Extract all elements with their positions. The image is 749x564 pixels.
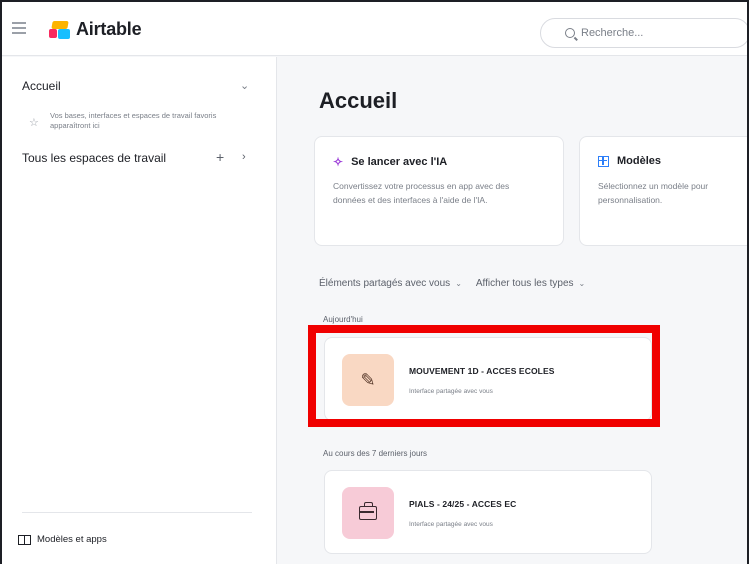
grid-icon bbox=[598, 155, 609, 167]
search-input[interactable]: Recherche... bbox=[540, 18, 747, 48]
briefcase-icon bbox=[359, 502, 377, 520]
shared-item-card[interactable]: PIALS - 24/25 - ACCES EC Interface parta… bbox=[324, 470, 652, 554]
airtable-logo[interactable]: Airtable bbox=[48, 19, 142, 40]
page-title: Accueil bbox=[319, 88, 398, 113]
search-icon bbox=[565, 28, 575, 38]
card-title: Modèles bbox=[617, 155, 662, 167]
app-name: Airtable bbox=[76, 19, 142, 39]
sidebar-item-models-apps[interactable]: Modèles et apps bbox=[18, 534, 107, 545]
sidebar-item-home[interactable]: Accueil bbox=[22, 79, 61, 93]
highlight-box bbox=[308, 325, 660, 427]
types-filter-dropdown[interactable]: Afficher tous les types bbox=[476, 278, 574, 289]
star-icon: ☆ bbox=[29, 117, 39, 129]
ai-start-card[interactable]: ✧ Se lancer avec l'IA Convertissez votre… bbox=[314, 136, 564, 246]
sidebar-divider bbox=[22, 512, 252, 513]
section-label-today: Aujourd'hui bbox=[323, 315, 363, 324]
app-window: Airtable Recherche... Accueil ⌄ ☆ Vos ba… bbox=[0, 0, 749, 564]
airtable-logo-icon bbox=[48, 20, 72, 40]
section-label-last-7-days: Au cours des 7 derniers jours bbox=[323, 449, 428, 458]
shared-filter-dropdown[interactable]: Éléments partagés avec vous bbox=[319, 278, 450, 289]
favorites-hint: Vos bases, interfaces et espaces de trav… bbox=[50, 111, 217, 130]
card-description: Convertissez votre processus en app avec… bbox=[333, 181, 510, 205]
top-bar: Airtable Recherche... bbox=[2, 2, 747, 56]
item-subtitle: Interface partagée avec vous bbox=[409, 521, 493, 528]
card-description: Sélectionnez un modèle pour personnalisa… bbox=[598, 181, 709, 205]
sparkle-icon: ✧ bbox=[333, 155, 344, 169]
card-title: Se lancer avec l'IA bbox=[351, 156, 448, 168]
sidebar-item-workspaces[interactable]: Tous les espaces de travail bbox=[22, 151, 166, 165]
item-title: PIALS - 24/25 - ACCES EC bbox=[409, 499, 517, 509]
chevron-right-icon[interactable]: › bbox=[242, 151, 246, 163]
menu-icon[interactable] bbox=[12, 22, 26, 34]
add-workspace-icon[interactable]: + bbox=[216, 149, 224, 165]
chevron-down-icon[interactable]: ⌄ bbox=[240, 79, 249, 92]
sidebar: Accueil ⌄ ☆ Vos bases, interfaces et esp… bbox=[2, 57, 277, 564]
item-thumbnail bbox=[342, 487, 394, 539]
search-placeholder: Recherche... bbox=[581, 27, 644, 39]
models-card[interactable]: Modèles Sélectionnez un modèle pour pers… bbox=[579, 136, 747, 246]
book-icon bbox=[18, 534, 31, 545]
filter-row: Éléments partagés avec vous ⌄ Afficher t… bbox=[319, 278, 599, 289]
chevron-down-icon[interactable]: ⌄ bbox=[579, 279, 586, 288]
chevron-down-icon[interactable]: ⌄ bbox=[455, 279, 462, 288]
models-apps-label: Modèles et apps bbox=[37, 534, 107, 545]
